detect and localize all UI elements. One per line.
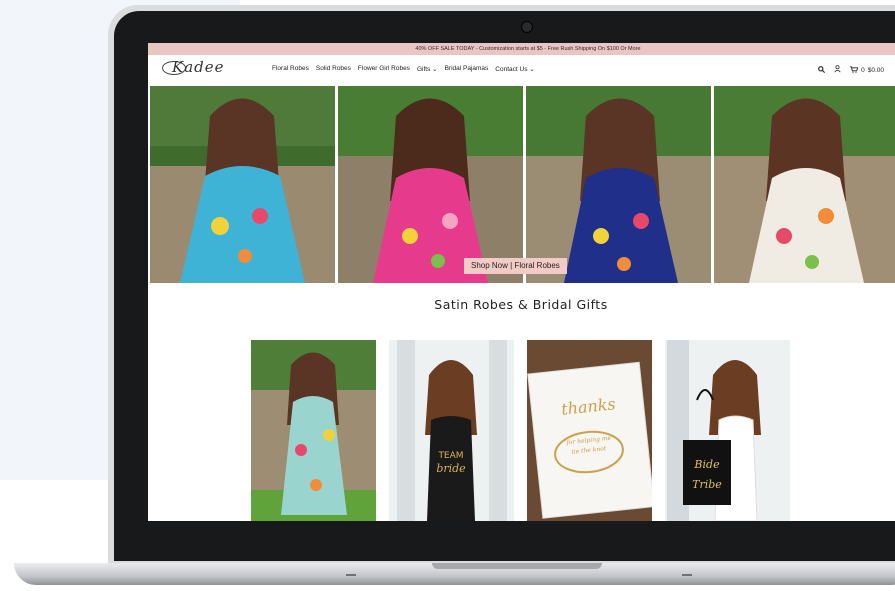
search-icon[interactable]	[818, 65, 826, 75]
tile-bride-tribe-tote[interactable]: Bide Tribe	[665, 340, 790, 521]
browser-screen: 40% OFF SALE TODAY - Customization start…	[148, 43, 895, 521]
cart-icon	[850, 65, 859, 75]
hero-image-blue-robe	[150, 86, 335, 283]
laptop-foot	[682, 574, 692, 576]
chevron-down-icon: ⌄	[432, 66, 438, 73]
laptop-notch	[432, 563, 602, 569]
svg-text:TEAM: TEAM	[437, 451, 463, 461]
chevron-down-icon: ⌄	[529, 66, 535, 73]
hero-image-navy-robe	[526, 86, 711, 283]
cart-total: $0.00	[867, 66, 884, 74]
cart-button[interactable]: 0 $0.00	[850, 65, 884, 75]
brand-logo[interactable]: Kadee	[162, 58, 225, 76]
nav-item-solid-robes[interactable]: Solid Robes	[316, 65, 351, 73]
nav-menu: Floral Robes Solid Robes Flower Girl Rob…	[272, 65, 535, 73]
shop-floral-robes-button[interactable]: Shop Now | Floral Robes	[464, 258, 567, 274]
tile-thanks-bracelet[interactable]: thanks for helping me tie the knot	[527, 340, 652, 521]
cart-count: 0	[861, 66, 865, 74]
laptop-foot	[346, 574, 356, 576]
webcam-icon	[521, 21, 533, 33]
nav-item-flower-girl-robes[interactable]: Flower Girl Robes	[358, 65, 410, 73]
announcement-bar: 40% OFF SALE TODAY - Customization start…	[148, 43, 895, 55]
section-title: Satin Robes & Bridal Gifts	[434, 297, 608, 312]
nav-item-bridal-pajamas[interactable]: Bridal Pajamas	[445, 65, 489, 73]
account-icon[interactable]	[834, 65, 841, 75]
svg-text:Tribe: Tribe	[692, 478, 722, 491]
nav-utilities: 0 $0.00	[818, 65, 884, 75]
nav-item-contact-us[interactable]: Contact Us ⌄	[495, 65, 534, 73]
nav-item-gifts[interactable]: Gifts ⌄	[417, 65, 438, 73]
tile-floral-robe[interactable]	[251, 340, 376, 521]
svg-text:bride: bride	[436, 462, 466, 475]
hero-banner[interactable]: Shop Now | Floral Robes	[150, 86, 895, 283]
hero-image-pink-robe	[338, 86, 523, 283]
svg-text:Bide: Bide	[693, 458, 720, 471]
main-nav: Kadee Floral Robes Solid Robes Flower Gi…	[148, 55, 895, 83]
tile-team-bride-tank[interactable]: TEAM bride	[389, 340, 514, 521]
nav-item-floral-robes[interactable]: Floral Robes	[272, 65, 309, 73]
hero-image-ivory-robe	[714, 86, 895, 283]
